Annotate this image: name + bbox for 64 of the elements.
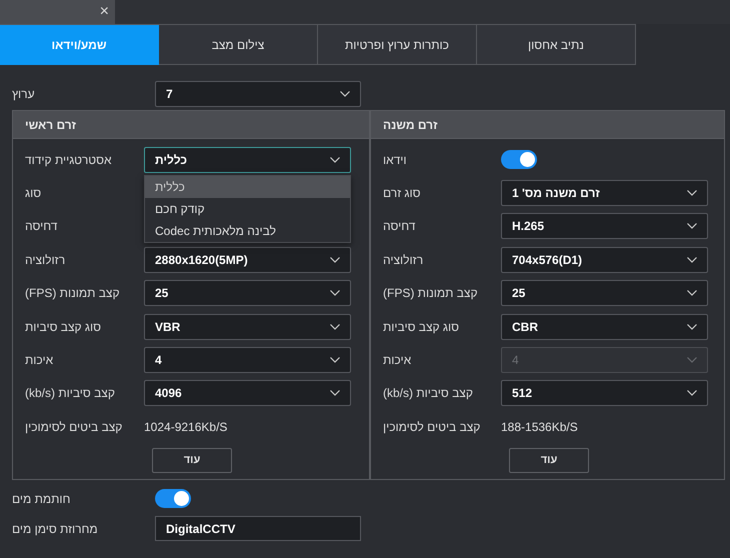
field-label: סוג (25, 186, 42, 200)
select-field[interactable]: 25 (144, 280, 351, 306)
more-button[interactable]: עוד (152, 448, 232, 473)
field-label: חותמת מים (12, 492, 70, 506)
chevron-icon (330, 290, 340, 296)
dropdown-option[interactable]: לבינה מלאכותית Codec (145, 220, 350, 242)
chevron-icon (687, 223, 697, 230)
select-field[interactable]: כללית (144, 146, 351, 173)
field-label: סוג קצב סיביות (383, 320, 459, 334)
toggle-switch[interactable] (501, 150, 537, 170)
chevron-icon (330, 390, 340, 396)
chevron-icon (687, 190, 697, 196)
field-label: איכות (383, 353, 412, 368)
field-label: ערוץ (12, 87, 35, 101)
field-label: קצב תמונות (FPS) (383, 286, 478, 300)
field-label: רזולוציה (383, 252, 424, 267)
field-label: קצב ביטים לסימוכין (25, 420, 122, 434)
field-label: קצב סיביות (kb/s) (383, 386, 473, 400)
chevron-icon (687, 390, 697, 396)
chevron-icon (687, 256, 697, 263)
field-label: מחרוזת סימן מים (12, 522, 98, 536)
select-field[interactable]: 512 (501, 380, 708, 406)
chevron-icon (340, 91, 350, 97)
close-icon[interactable]: × (100, 4, 109, 20)
dropdown-option[interactable]: כללית (145, 176, 350, 198)
select-field[interactable]: CBR (501, 314, 708, 340)
tab[interactable]: כותרות ערוץ ופרטיות (318, 25, 477, 65)
panel-header: זרם משנה (371, 111, 724, 139)
field-label: סוג קצב סיביות (25, 320, 101, 334)
chevron-icon (330, 156, 340, 163)
field-label: דחיסה (383, 219, 416, 234)
chevron-icon (687, 290, 697, 296)
field-label: איכות (25, 353, 54, 368)
field-label: וידאו (383, 152, 407, 167)
field-label: רזולוציה (25, 252, 66, 267)
panel-header: זרם ראשי (13, 111, 369, 139)
bitrate-range: 188-1536Kb/S (501, 420, 578, 434)
chevron-icon (687, 357, 697, 364)
text-field[interactable]: DigitalCCTV (155, 516, 361, 542)
select-field[interactable]: 7 (155, 81, 361, 107)
chevron-icon (330, 256, 340, 263)
select-field[interactable]: 2880x1620(5MP) (144, 246, 351, 273)
field-label: קצב ביטים לסימוכין (383, 420, 480, 434)
chevron-icon (330, 357, 340, 364)
field-label: דחיסה (25, 219, 58, 234)
select-field[interactable]: H.265 (501, 213, 708, 240)
select-field[interactable]: זרם משנה מס' 1 (501, 180, 708, 206)
select-field[interactable]: 4 (144, 347, 351, 374)
chevron-icon (330, 324, 340, 330)
field-label: אסטרטגיית קידוד (25, 152, 112, 167)
chevron-icon (687, 324, 697, 330)
select-field[interactable]: VBR (144, 314, 351, 340)
bitrate-range: 1024-9216Kb/S (144, 420, 228, 434)
select-field[interactable]: 25 (501, 280, 708, 306)
field-label: קצב סיביות (kb/s) (25, 386, 115, 400)
field-label: קצב תמונות (FPS) (25, 286, 120, 300)
toggle-switch[interactable] (155, 489, 191, 508)
field-label: סוג זרם (383, 186, 420, 200)
tab[interactable]: נתיב אחסון (477, 25, 636, 65)
select-field[interactable]: 704x576(D1) (501, 246, 708, 273)
tab[interactable]: צילום מצב (159, 25, 318, 65)
dropdown-option[interactable]: קודק חכם (145, 198, 350, 220)
select-field[interactable]: 4096 (144, 380, 351, 406)
more-button[interactable]: עוד (509, 448, 589, 473)
